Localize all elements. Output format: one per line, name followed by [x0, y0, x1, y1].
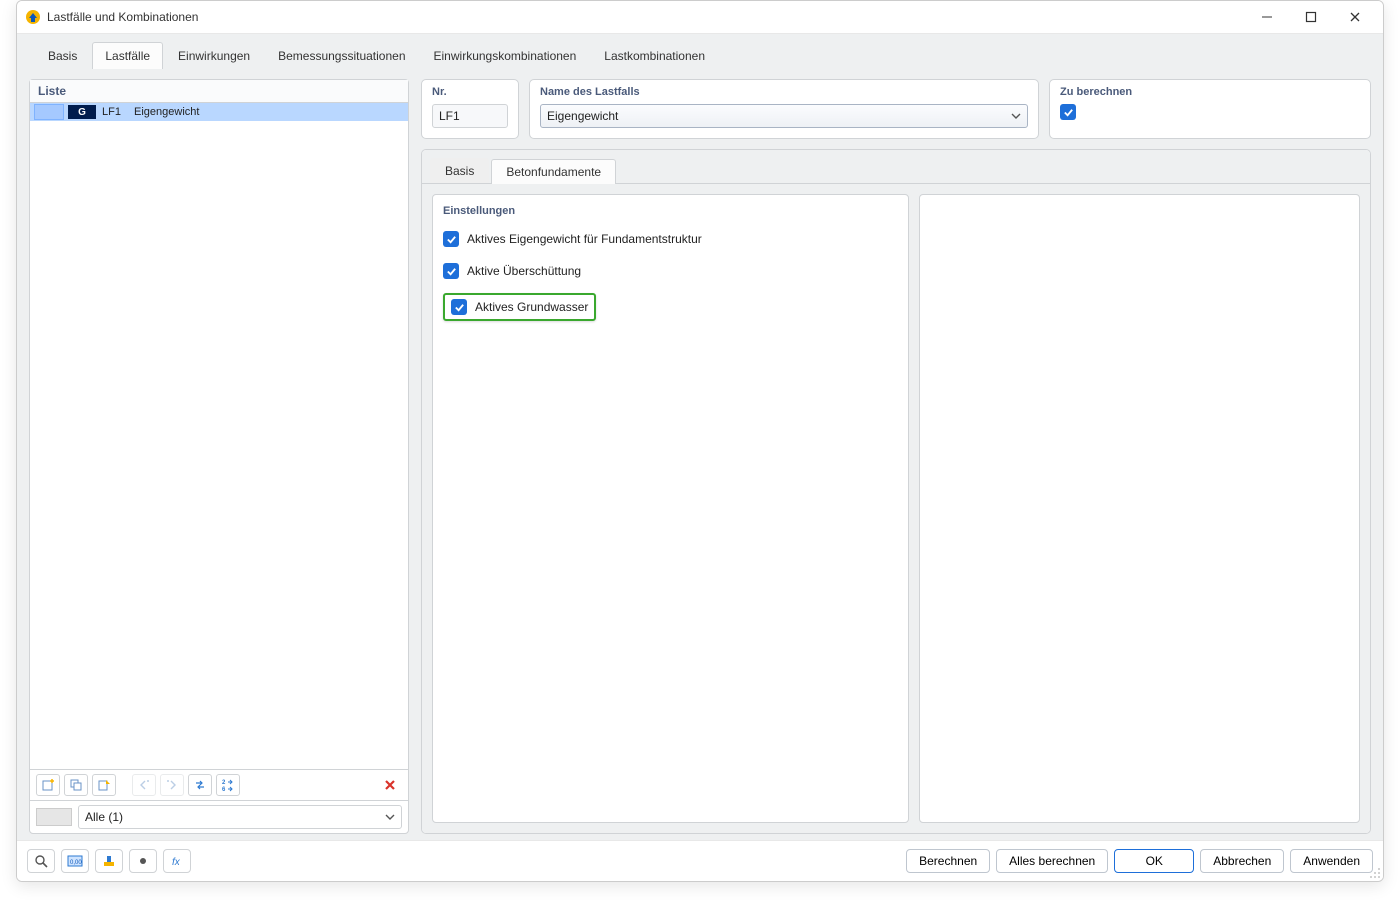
move-right-button [160, 774, 184, 796]
check-icon [454, 302, 465, 313]
app-icon [25, 9, 41, 25]
footer-search-button[interactable] [27, 849, 55, 873]
settings-column: Einstellungen Aktives Eigengewicht für F… [432, 194, 909, 823]
filter-color-swatch [36, 808, 72, 826]
details-header-row: Nr. LF1 Name des Lastfalls Eigengewicht … [421, 79, 1371, 139]
row-category-badge: G [68, 105, 96, 119]
tab-lastfaelle[interactable]: Lastfälle [92, 42, 163, 69]
row-code: LF1 [100, 106, 130, 118]
copy-item-button[interactable] [64, 774, 88, 796]
footer-function-button[interactable]: fx [163, 849, 191, 873]
checkbox-self-weight[interactable] [443, 231, 459, 247]
close-button[interactable] [1333, 1, 1377, 33]
main-tabstrip: Basis Lastfälle Einwirkungen Bemessungss… [17, 34, 1383, 69]
window-title: Lastfälle und Kombinationen [47, 10, 198, 24]
calculate-button[interactable]: Berechnen [906, 849, 990, 873]
import-item-button[interactable] [92, 774, 116, 796]
apply-button[interactable]: Anwenden [1290, 849, 1373, 873]
renumber-button[interactable]: 26 [216, 774, 240, 796]
svg-text:0,00: 0,00 [70, 860, 82, 866]
maximize-button[interactable] [1289, 1, 1333, 33]
sub-tabstrip: Basis Betonfundamente [422, 150, 1370, 184]
list-body[interactable]: G LF1 Eigengewicht [30, 103, 408, 769]
chevron-down-icon [1011, 111, 1021, 121]
option-self-weight[interactable]: Aktives Eigengewicht für Fundamentstrukt… [443, 229, 898, 249]
calculate-label: Zu berechnen [1060, 86, 1360, 98]
calculate-box: Zu berechnen [1049, 79, 1371, 139]
dialog-body: Liste G LF1 Eigengewicht 26 [17, 69, 1383, 840]
sub-body: Einstellungen Aktives Eigengewicht für F… [422, 184, 1370, 833]
tab-basis[interactable]: Basis [35, 42, 90, 69]
subtab-betonfundamente[interactable]: Betonfundamente [491, 159, 616, 184]
check-icon [446, 234, 457, 245]
settings-header: Einstellungen [443, 205, 898, 217]
filter-dropdown[interactable]: Alle (1) [78, 805, 402, 829]
chevron-down-icon [385, 812, 395, 822]
tab-lastkombinationen[interactable]: Lastkombinationen [591, 42, 718, 69]
delete-item-button[interactable] [378, 774, 402, 796]
option-overburden[interactable]: Aktive Überschüttung [443, 261, 898, 281]
checkbox-overburden[interactable] [443, 263, 459, 279]
footer-units-button[interactable]: 0,00 [61, 849, 89, 873]
new-item-button[interactable] [36, 774, 60, 796]
list-row[interactable]: G LF1 Eigengewicht [30, 103, 408, 121]
tab-bemessungssituationen[interactable]: Bemessungssituationen [265, 42, 418, 69]
option-groundwater[interactable]: Aktives Grundwasser [443, 293, 596, 321]
filter-value: Alle (1) [85, 810, 123, 824]
footer-record-button[interactable] [129, 849, 157, 873]
resize-grip-icon[interactable] [1369, 867, 1381, 879]
check-icon [1063, 107, 1074, 118]
calculate-all-button[interactable]: Alles berechnen [996, 849, 1108, 873]
list-panel: Liste G LF1 Eigengewicht 26 [29, 79, 409, 834]
name-dropdown[interactable]: Eigengewicht [540, 104, 1028, 128]
list-header: Liste [30, 80, 408, 103]
name-label: Name des Lastfalls [540, 86, 1028, 98]
cancel-button[interactable]: Abbrechen [1200, 849, 1284, 873]
check-icon [446, 266, 457, 277]
swap-button[interactable] [188, 774, 212, 796]
row-color-swatch [34, 104, 64, 120]
checkbox-groundwater[interactable] [451, 299, 467, 315]
number-box: Nr. LF1 [421, 79, 519, 139]
minimize-button[interactable] [1245, 1, 1289, 33]
sub-content: Basis Betonfundamente Einstellungen Akti… [421, 149, 1371, 834]
tab-einwirkungen[interactable]: Einwirkungen [165, 42, 263, 69]
dialog-footer: 0,00 fx Berechnen Alles berechnen OK Abb… [17, 840, 1383, 881]
svg-text:2: 2 [222, 780, 226, 786]
number-field[interactable]: LF1 [432, 104, 508, 128]
filter-row: Alle (1) [30, 800, 408, 833]
number-label: Nr. [432, 86, 508, 98]
svg-text:6: 6 [222, 787, 226, 792]
svg-text:fx: fx [172, 857, 181, 868]
preview-column [919, 194, 1360, 823]
name-box: Name des Lastfalls Eigengewicht [529, 79, 1039, 139]
list-toolbar: 26 [30, 769, 408, 800]
tab-einwirkungskombinationen[interactable]: Einwirkungskombinationen [421, 42, 590, 69]
option-groundwater-label: Aktives Grundwasser [475, 300, 588, 314]
option-overburden-label: Aktive Überschüttung [467, 264, 581, 278]
dialog-window: Lastfälle und Kombinationen Basis Lastfä… [16, 0, 1384, 882]
titlebar: Lastfälle und Kombinationen [17, 1, 1383, 34]
ok-button[interactable]: OK [1114, 849, 1194, 873]
calculate-checkbox[interactable] [1060, 104, 1076, 120]
row-name: Eigengewicht [134, 106, 404, 118]
move-left-button [132, 774, 156, 796]
details-panel: Nr. LF1 Name des Lastfalls Eigengewicht … [421, 79, 1371, 834]
subtab-basis[interactable]: Basis [430, 158, 489, 183]
option-self-weight-label: Aktives Eigengewicht für Fundamentstrukt… [467, 232, 702, 246]
footer-structure-button[interactable] [95, 849, 123, 873]
name-value: Eigengewicht [547, 109, 618, 123]
